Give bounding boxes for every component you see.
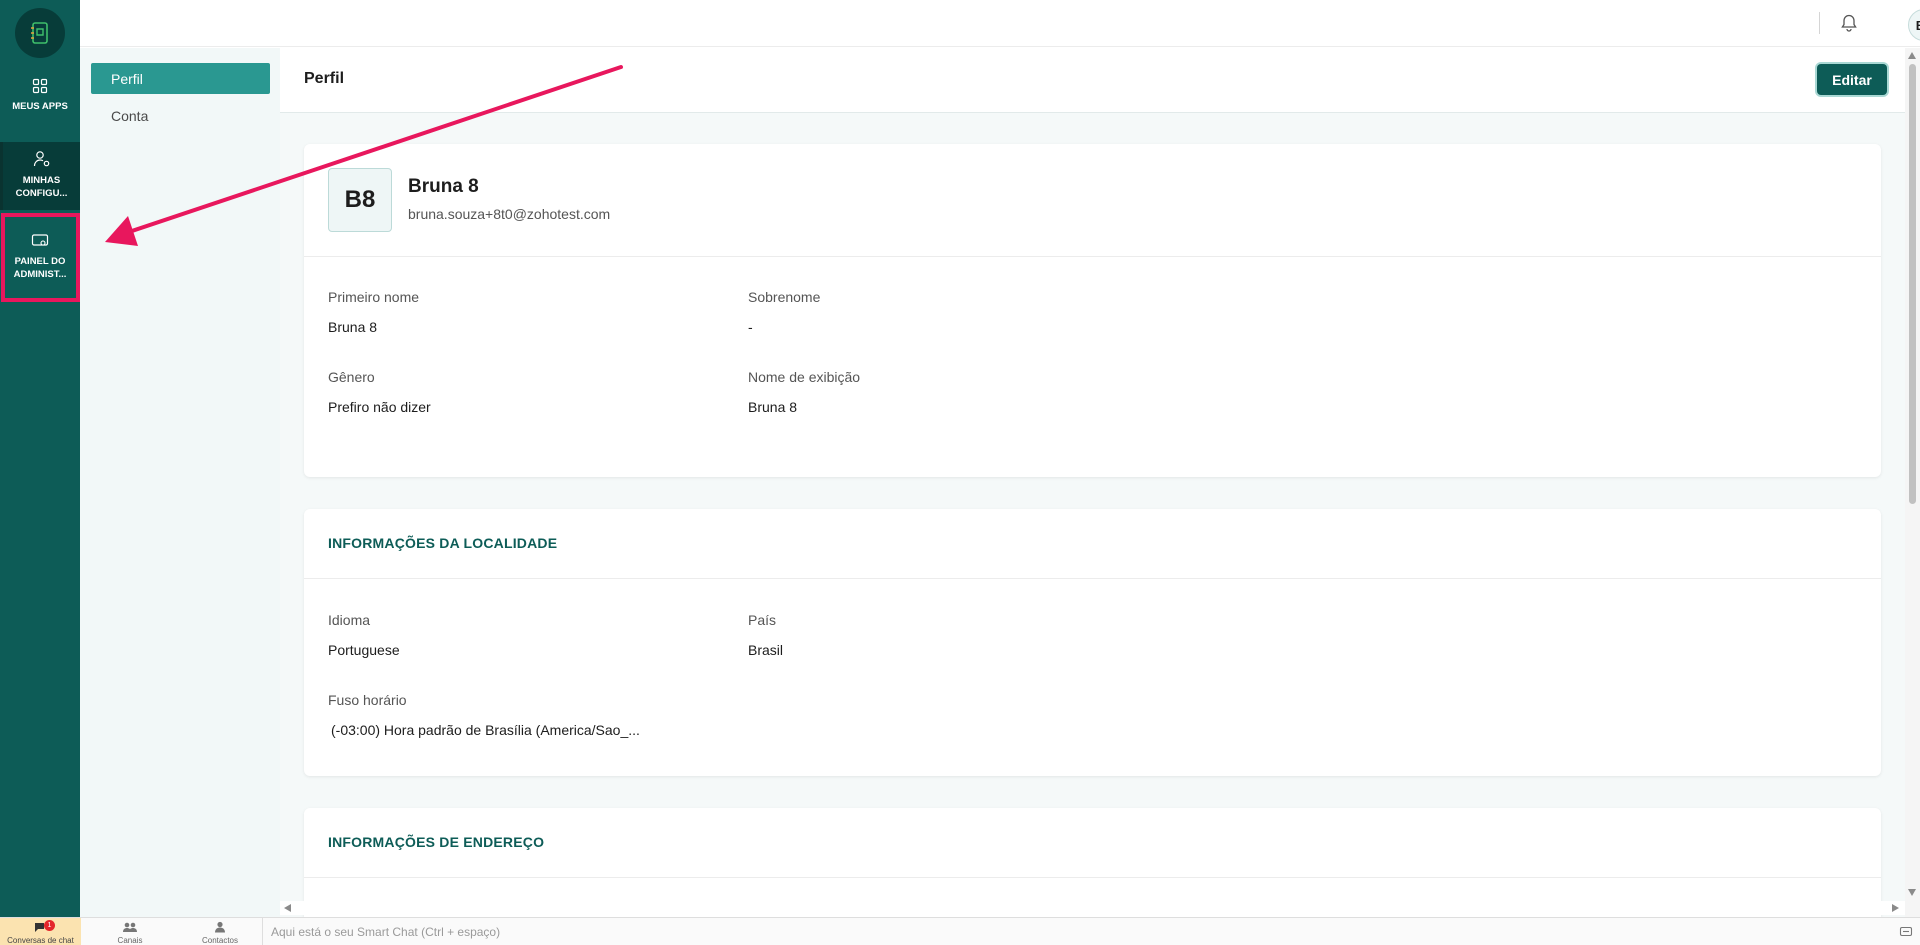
scroll-left-arrow-icon[interactable]: [284, 904, 291, 912]
scroll-down-arrow-icon[interactable]: [1908, 889, 1916, 896]
topbar-divider: [1819, 12, 1820, 34]
display-name-value: Bruna 8: [748, 399, 798, 415]
first-name-value: Bruna 8: [328, 319, 378, 335]
last-name-value: -: [748, 319, 753, 335]
profile-name: Bruna 8: [408, 176, 479, 197]
rail-item-meus-apps[interactable]: MEUS APPS: [0, 78, 80, 140]
language-value: Portuguese: [328, 642, 400, 658]
profile-card: B8 Bruna 8 bruna.souza+8t0@zohotest.com …: [304, 144, 1881, 477]
channels-label: Canais: [117, 936, 143, 945]
smart-chat-input[interactable]: Aqui está o seu Smart Chat (Ctrl + espaç…: [271, 925, 500, 939]
country-value: Brasil: [748, 642, 784, 658]
rail-item-label: MEUS APPS: [12, 101, 68, 112]
app-rail: MEUS APPS MINHAS CONFIGU... PAINEL DO AD…: [0, 0, 80, 917]
edit-button[interactable]: Editar: [1817, 64, 1887, 95]
timezone-label: Fuso horário: [328, 692, 407, 708]
top-bar: B8: [80, 0, 1920, 47]
user-settings-icon: [33, 151, 49, 167]
contact-person-icon: [215, 921, 225, 933]
page-title: Perfil: [304, 70, 345, 87]
profile-avatar[interactable]: B8: [328, 168, 392, 232]
user-avatar[interactable]: B8: [1908, 9, 1920, 41]
app-logo[interactable]: [15, 8, 65, 58]
subnav-item-perfil[interactable]: Perfil: [91, 63, 270, 94]
profile-header: B8 Bruna 8 bruna.souza+8t0@zohotest.com: [304, 144, 1881, 257]
main-content: Perfil Editar B8 Bruna 8 bruna.souza+8t0…: [280, 48, 1905, 917]
contacts-button[interactable]: Contactos: [185, 918, 255, 945]
subnav-item-conta[interactable]: Conta: [91, 100, 270, 131]
admin-panel-highlight-box: [1, 213, 80, 302]
address-section-title: INFORMAÇÕES DE ENDEREÇO: [328, 834, 545, 850]
gender-label: Gênero: [328, 369, 375, 385]
rail-item-label: MINHAS CONFIGU...: [15, 175, 68, 199]
page-header: Perfil Editar: [280, 48, 1905, 113]
chat-conversations-button[interactable]: 1 Conversas de chat: [0, 918, 81, 945]
scroll-right-arrow-icon[interactable]: [1892, 904, 1899, 912]
locale-section-title: INFORMAÇÕES DA LOCALIDADE: [328, 535, 558, 551]
country-label: País: [748, 612, 777, 628]
first-name-label: Primeiro nome: [328, 289, 420, 305]
last-name-label: Sobrenome: [748, 289, 821, 305]
logo-icon: [31, 22, 48, 44]
display-name-label: Nome de exibição: [748, 369, 861, 385]
chat-settings-icon[interactable]: [1899, 925, 1913, 939]
horizontal-scrollbar[interactable]: [280, 901, 1905, 915]
locale-section-header: INFORMAÇÕES DA LOCALIDADE: [304, 509, 1881, 579]
apps-grid-icon: [32, 78, 48, 94]
vertical-scrollbar[interactable]: [1905, 48, 1920, 917]
channels-button[interactable]: Canais: [95, 918, 165, 945]
bottom-bar-divider: [262, 918, 263, 945]
language-label: Idioma: [328, 612, 371, 628]
channels-icon: [123, 922, 137, 932]
settings-subnav: Perfil Conta: [80, 48, 280, 917]
scrollbar-thumb[interactable]: [1909, 64, 1916, 504]
bottom-bar: 1 Conversas de chat Canais Contactos Aqu…: [0, 917, 1920, 945]
address-section-header: INFORMAÇÕES DE ENDEREÇO: [304, 808, 1881, 878]
timezone-value: (-03:00) Hora padrão de Brasília (Americ…: [331, 722, 640, 738]
locale-card: INFORMAÇÕES DA LOCALIDADE Idioma Portugu…: [304, 509, 1881, 776]
gender-value: Prefiro não dizer: [328, 399, 431, 415]
scroll-up-arrow-icon[interactable]: [1908, 52, 1916, 59]
profile-email: bruna.souza+8t0@zohotest.com: [408, 206, 611, 222]
chat-unread-badge: 1: [44, 920, 55, 931]
rail-item-minhas-configuracoes[interactable]: MINHAS CONFIGU...: [0, 142, 80, 210]
contacts-label: Contactos: [201, 936, 239, 945]
notification-bell-icon[interactable]: [1839, 13, 1859, 33]
chat-label: Conversas de chat: [7, 936, 74, 945]
